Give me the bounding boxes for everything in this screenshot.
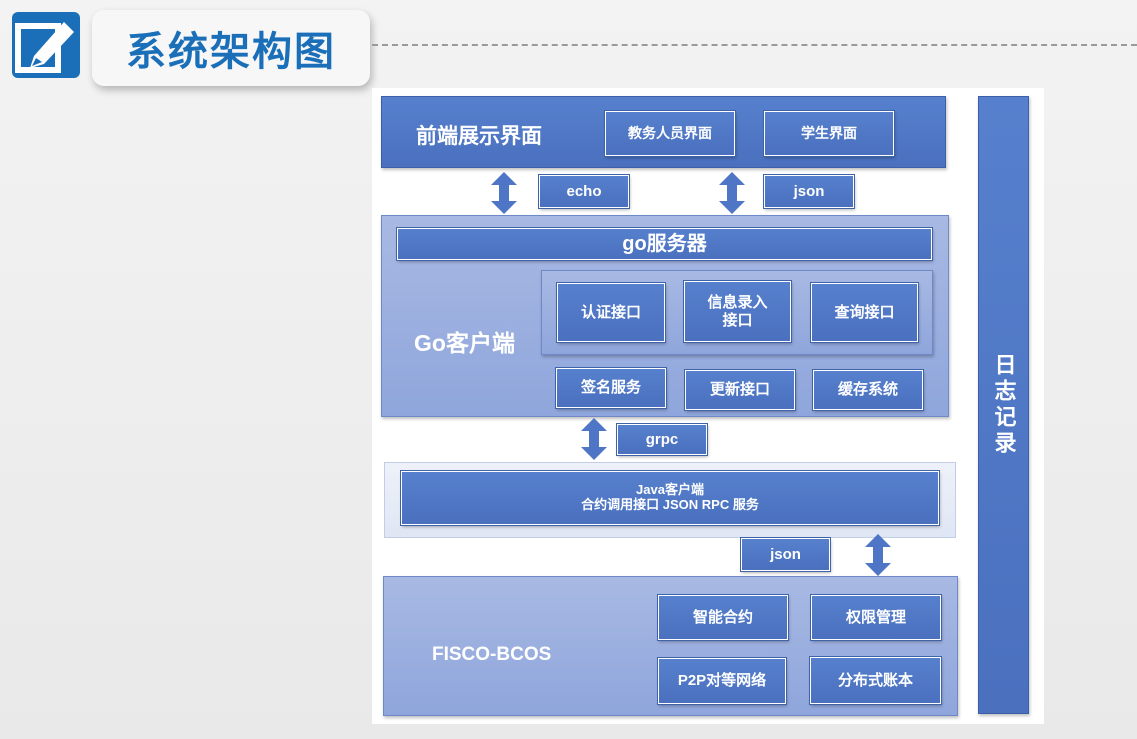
double-arrow-icon — [719, 172, 745, 214]
signature-service-button[interactable]: 签名服务 — [555, 367, 667, 409]
smart-contract-button[interactable]: 智能合约 — [657, 594, 789, 641]
title-divider — [372, 44, 1137, 46]
json-bottom-label: json — [740, 537, 831, 572]
log-label: 日志记录 — [991, 353, 1017, 457]
edit-pencil-icon — [12, 12, 80, 78]
query-interface-button[interactable]: 查询接口 — [810, 282, 919, 343]
java-client-bar: Java客户端 合约调用接口 JSON RPC 服务 — [400, 470, 940, 526]
staff-ui-button[interactable]: 教务人员界面 — [604, 110, 736, 157]
frontend-label: 前端展示界面 — [416, 125, 542, 148]
java-client-title: Java客户端 — [636, 482, 704, 498]
distributed-ledger-button[interactable]: 分布式账本 — [809, 656, 942, 705]
auth-interface-button[interactable]: 认证接口 — [556, 282, 666, 343]
cache-system-button[interactable]: 缓存系统 — [812, 369, 924, 411]
grpc-label: grpc — [616, 423, 708, 456]
p2p-network-button[interactable]: P2P对等网络 — [657, 657, 787, 705]
info-entry-interface-button[interactable]: 信息录入 接口 — [683, 280, 792, 343]
page-title: 系统架构图 — [126, 30, 336, 74]
double-arrow-icon — [581, 418, 607, 460]
go-server-bar: go服务器 — [396, 227, 933, 261]
go-client-label: Go客户端 — [414, 330, 515, 356]
student-ui-button[interactable]: 学生界面 — [763, 110, 895, 157]
permission-management-button[interactable]: 权限管理 — [810, 594, 942, 641]
title-card: 系统架构图 — [92, 10, 370, 86]
fisco-bcos-label: FISCO-BCOS — [432, 644, 552, 665]
update-interface-button[interactable]: 更新接口 — [684, 369, 796, 411]
double-arrow-icon — [491, 172, 517, 214]
log-column: 日志记录 — [978, 96, 1029, 714]
json-top-label: json — [763, 174, 855, 209]
json-rpc-service-label: 合约调用接口 JSON RPC 服务 — [581, 497, 759, 512]
double-arrow-icon — [865, 534, 891, 576]
echo-label: echo — [538, 174, 630, 209]
